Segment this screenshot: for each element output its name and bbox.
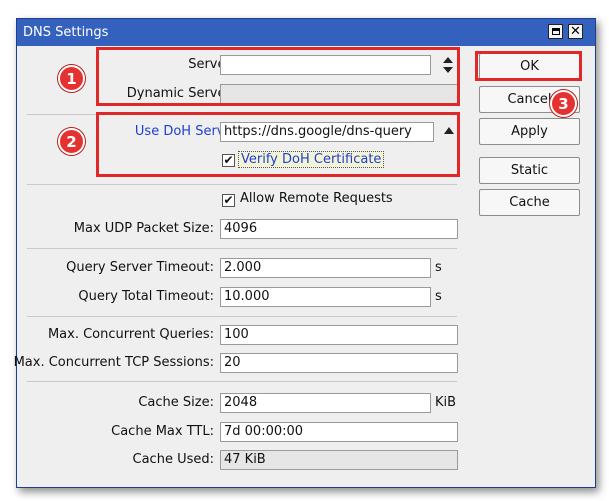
highlight-box-ok: [475, 51, 582, 81]
max-concurrent-tcp-input[interactable]: 20: [220, 353, 458, 373]
separator: [27, 381, 457, 382]
annotation-badge-3: 3: [550, 90, 577, 117]
separator: [27, 184, 457, 185]
annotation-badge-2: 2: [58, 128, 85, 155]
separator: [27, 316, 457, 317]
max-concurrent-tcp-label: Max. Concurrent TCP Sessions:: [13, 355, 214, 370]
cache-size-input[interactable]: 2048: [220, 393, 431, 413]
query-total-timeout-input[interactable]: 10.000: [220, 287, 431, 307]
highlight-box-doh: [96, 112, 460, 177]
unit-seconds: s: [435, 260, 442, 275]
separator: [27, 248, 457, 249]
close-icon[interactable]: ✕: [568, 24, 583, 39]
static-button[interactable]: Static: [479, 157, 580, 184]
cache-used-field: 47 KiB: [220, 450, 458, 470]
apply-button[interactable]: Apply: [479, 118, 580, 145]
query-server-timeout-label: Query Server Timeout:: [66, 260, 214, 275]
highlight-box-dns-servers: [96, 47, 460, 106]
maximize-icon[interactable]: [548, 24, 563, 39]
cache-button[interactable]: Cache: [479, 189, 580, 216]
max-concurrent-queries-input[interactable]: 100: [220, 325, 458, 345]
unit-kib: KiB: [435, 395, 457, 410]
query-total-timeout-label: Query Total Timeout:: [78, 289, 214, 304]
unit-seconds: s: [435, 289, 442, 304]
query-server-timeout-input[interactable]: 2.000: [220, 258, 431, 278]
cache-max-ttl-input[interactable]: 7d 00:00:00: [220, 422, 458, 442]
title-bar[interactable]: DNS Settings ✕: [17, 19, 595, 46]
cache-used-label: Cache Used:: [132, 452, 214, 467]
max-udp-label: Max UDP Packet Size:: [73, 221, 214, 236]
annotation-badge-1: 1: [58, 65, 85, 92]
allow-remote-checkbox[interactable]: ✔: [222, 194, 235, 207]
max-udp-input[interactable]: 4096: [220, 219, 458, 239]
cache-size-label: Cache Size:: [138, 395, 214, 410]
allow-remote-label[interactable]: Allow Remote Requests: [240, 191, 393, 206]
window-title: DNS Settings: [23, 25, 109, 40]
cache-max-ttl-label: Cache Max TTL:: [111, 424, 214, 439]
max-concurrent-queries-label: Max. Concurrent Queries:: [47, 327, 214, 342]
